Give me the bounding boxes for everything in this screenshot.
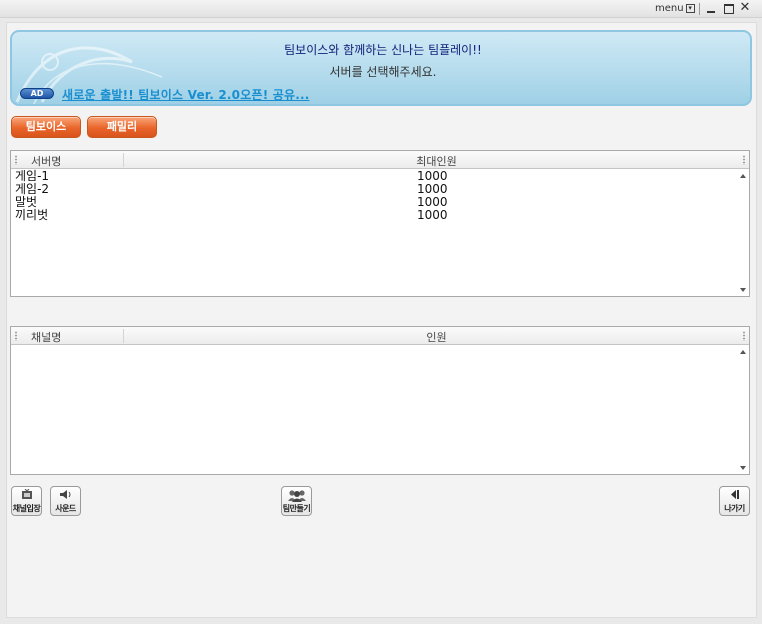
tv-icon (12, 488, 41, 504)
server-list[interactable]: 서버명 최대인원 게임-1 1000 게임-2 1000 말벗 1000 끼리벗… (10, 150, 750, 297)
scroll-down-icon[interactable] (740, 288, 746, 292)
column-header-channel-name[interactable]: 채널명 (31, 329, 61, 345)
back-arrow-icon (720, 489, 749, 504)
title-bar: menu ▾ ✕ (0, 0, 762, 18)
ad-badge: AD (20, 88, 54, 99)
maximize-button[interactable] (722, 1, 736, 15)
notice-banner: 팀보이스와 함께하는 신나는 팀플레이!! 서버를 선택해주세요. AD 새로운… (10, 30, 752, 106)
main-panel (6, 22, 757, 618)
enter-channel-button[interactable]: 채널입장 (11, 486, 42, 516)
column-header-users[interactable]: 인원 (124, 329, 749, 345)
banner-title: 팀보이스와 함께하는 신나는 팀플레이!! (284, 43, 482, 57)
table-row[interactable]: 끼리벗 1000 (11, 209, 739, 222)
grip-icon (742, 155, 746, 165)
scroll-up-icon[interactable] (740, 174, 746, 178)
grip-icon (742, 331, 746, 341)
menu-label: menu (655, 3, 684, 14)
banner-subtitle: 서버를 선택해주세요. (329, 65, 437, 79)
speaker-icon (51, 489, 80, 504)
server-name-cell: 끼리벗 (15, 208, 49, 222)
max-users-cell: 1000 (417, 208, 448, 222)
channel-list-header: 채널명 인원 (11, 327, 749, 345)
create-team-label: 팀만들기 (282, 504, 311, 513)
table-row[interactable]: 게임-1 1000 (11, 170, 739, 183)
exit-button[interactable]: 나가기 (719, 486, 750, 516)
server-rows: 게임-1 1000 게임-2 1000 말벗 1000 끼리벗 1000 (11, 170, 739, 222)
menu-dropdown-icon: ▾ (685, 4, 695, 13)
channel-list-scrollbar[interactable] (738, 346, 749, 474)
sound-button[interactable]: 사운드 (50, 486, 81, 516)
ad-link[interactable]: 새로운 출발!! 팀보이스 Ver. 2.0오픈! 공유... (62, 86, 310, 103)
scroll-up-icon[interactable] (740, 350, 746, 354)
server-list-header: 서버명 최대인원 (11, 151, 749, 169)
grip-icon (14, 155, 18, 165)
scroll-down-icon[interactable] (740, 466, 746, 470)
sound-label: 사운드 (55, 504, 76, 513)
exit-label: 나가기 (724, 504, 745, 513)
create-team-button[interactable]: 팀만들기 (281, 486, 312, 516)
titlebar-separator (699, 3, 700, 15)
table-row[interactable]: 말벗 1000 (11, 196, 739, 209)
column-header-server-name[interactable]: 서버명 (31, 153, 61, 169)
tab-teamvoice[interactable]: 팀보이스 (11, 116, 81, 138)
enter-channel-label: 채널입장 (12, 504, 41, 513)
server-list-scrollbar[interactable] (738, 170, 749, 296)
group-icon (282, 489, 311, 504)
channel-list[interactable]: 채널명 인원 (10, 326, 750, 475)
table-row[interactable]: 게임-2 1000 (11, 183, 739, 196)
column-header-max-users[interactable]: 최대인원 (124, 153, 749, 169)
grip-icon (14, 331, 18, 341)
minimize-button[interactable] (705, 1, 719, 15)
close-button[interactable]: ✕ (738, 1, 752, 15)
menu-button[interactable]: menu ▾ (655, 3, 695, 14)
tab-family[interactable]: 패밀리 (87, 116, 157, 138)
